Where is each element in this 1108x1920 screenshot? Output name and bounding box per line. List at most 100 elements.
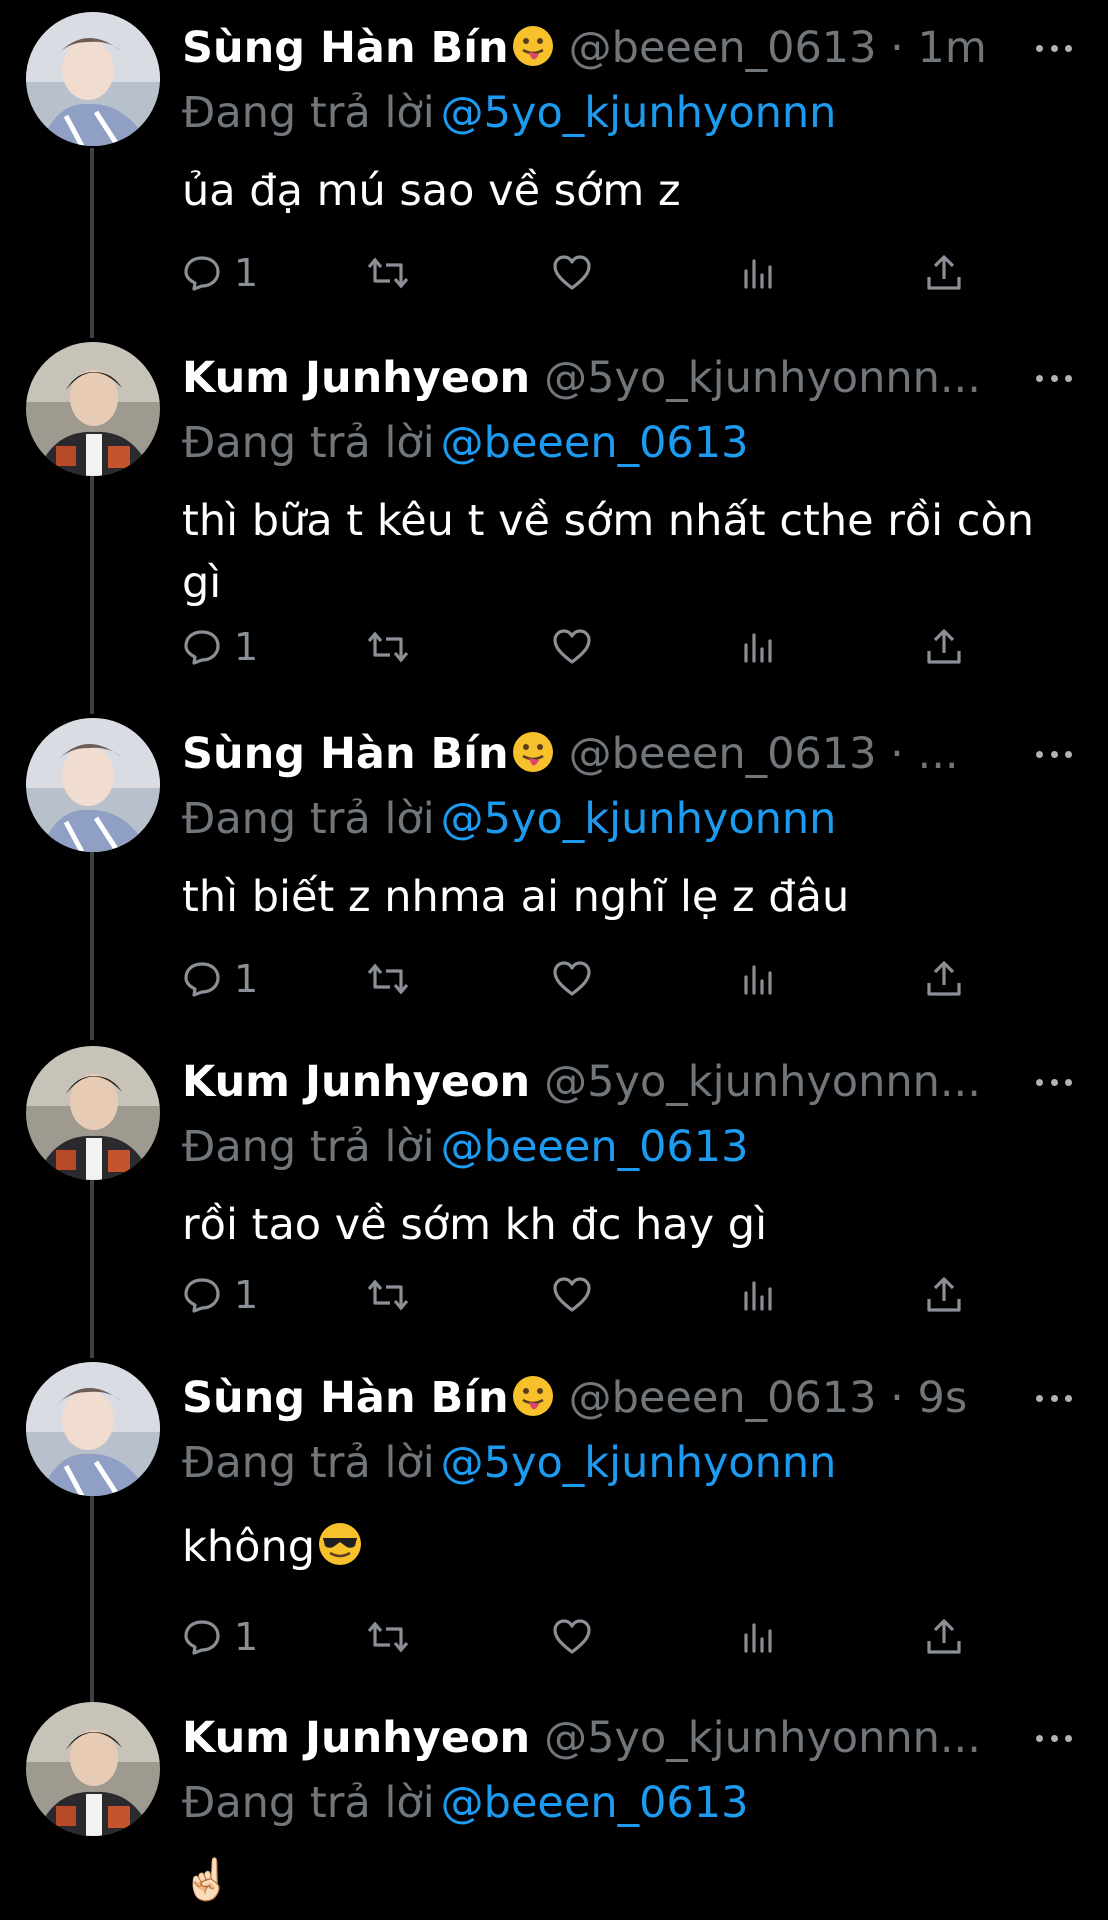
tweet[interactable]: Kum Junhyeon @5yo_kjunhyonnn... Đang trả … [0, 1034, 1108, 1352]
reply-icon [184, 630, 220, 665]
handle-and-time[interactable]: @5yo_kjunhyonnn... [544, 353, 981, 403]
replying-to: Đang trả lời @beeen_0613 [182, 414, 749, 472]
share-button[interactable] [924, 954, 964, 1004]
retweet-button[interactable] [366, 1270, 410, 1320]
action-bar: 1 [182, 1270, 982, 1320]
avatar[interactable] [26, 1046, 160, 1180]
heart-icon [553, 1619, 591, 1654]
like-button[interactable] [552, 1612, 592, 1662]
tweet-header: Sùng Hàn Bín @beeen_0613 · 9s [182, 1368, 1062, 1428]
replying-to-label: Đang trả lời [182, 1778, 435, 1828]
replying-to-label: Đang trả lời [182, 794, 435, 844]
retweet-icon [367, 963, 409, 995]
views-button[interactable] [738, 1270, 778, 1320]
like-button[interactable] [552, 1270, 592, 1320]
display-name[interactable]: Kum Junhyeon [182, 1057, 530, 1107]
avatar[interactable] [26, 718, 160, 852]
reply-button[interactable]: 1 [182, 622, 258, 672]
replying-to-mention[interactable]: @5yo_kjunhyonnn [441, 1438, 837, 1488]
more-options-icon[interactable] [1036, 1052, 1072, 1112]
views-button[interactable] [738, 954, 778, 1004]
more-options-icon[interactable] [1036, 724, 1072, 784]
more-options-icon[interactable] [1036, 1708, 1072, 1768]
replying-to: Đang trả lời @beeen_0613 [182, 1118, 749, 1176]
tweet-text: rồi tao về sớm kh đc hay gì [182, 1200, 768, 1250]
replying-to-mention[interactable]: @5yo_kjunhyonnn [441, 88, 837, 138]
tweet-text: ủa đạ mú sao về sớm z [182, 166, 681, 216]
display-name[interactable]: Sùng Hàn Bín [182, 1373, 509, 1423]
tongue-out-emoji-icon [511, 730, 555, 784]
heart-icon [553, 629, 591, 664]
handle-and-time[interactable]: @beeen_0613 · ... [569, 729, 959, 779]
display-name[interactable]: Kum Junhyeon [182, 1713, 530, 1763]
tweet-text: thì biết z nhma ai nghĩ lẹ z đâu [182, 872, 850, 922]
analytics-icon [744, 259, 772, 289]
display-name[interactable]: Kum Junhyeon [182, 353, 530, 403]
like-button[interactable] [552, 954, 592, 1004]
reply-button[interactable]: 1 [182, 1270, 258, 1320]
share-button[interactable] [924, 1270, 964, 1320]
tweet[interactable]: Sùng Hàn Bín @beeen_0613 · 9s Đang trả lờ… [0, 1350, 1108, 1690]
reply-thread: Sùng Hàn Bín @beeen_0613 · 1m Đang trả lờ… [0, 0, 1108, 1920]
avatar[interactable] [26, 12, 160, 146]
analytics-icon [744, 965, 772, 995]
replying-to-label: Đang trả lời [182, 1438, 435, 1488]
more-options-icon[interactable] [1036, 1368, 1072, 1428]
handle-and-time[interactable]: @beeen_0613 · 9s [569, 1373, 968, 1423]
replying-to-label: Đang trả lời [182, 418, 435, 468]
action-bar: 1 [182, 954, 982, 1004]
share-button[interactable] [924, 622, 964, 672]
tweet-header: Kum Junhyeon @5yo_kjunhyonnn... [182, 1708, 1062, 1768]
display-name[interactable]: Sùng Hàn Bín [182, 23, 509, 73]
tweet-text: không [182, 1516, 1042, 1584]
reply-count: 1 [234, 1273, 259, 1317]
avatar[interactable] [26, 1362, 160, 1496]
more-options-icon[interactable] [1036, 18, 1072, 78]
display-name[interactable]: Sùng Hàn Bín [182, 729, 509, 779]
tweet[interactable]: Kum Junhyeon @5yo_kjunhyonnn... Đang trả … [0, 1690, 1108, 1920]
reply-count: 1 [234, 625, 259, 669]
retweet-button[interactable] [366, 954, 410, 1004]
tongue-out-emoji-icon [511, 1374, 555, 1428]
avatar[interactable] [26, 342, 160, 476]
views-button[interactable] [738, 1612, 778, 1662]
replying-to-mention[interactable]: @beeen_0613 [441, 418, 749, 468]
handle-and-time[interactable]: @beeen_0613 · 1m [569, 23, 987, 73]
views-button[interactable] [738, 622, 778, 672]
retweet-icon [367, 1279, 409, 1311]
replying-to-label: Đang trả lời [182, 88, 435, 138]
avatar[interactable] [26, 1702, 160, 1836]
analytics-icon [744, 1281, 772, 1311]
tweet[interactable]: Sùng Hàn Bín @beeen_0613 · 1m Đang trả lờ… [0, 0, 1108, 318]
share-button[interactable] [924, 248, 964, 298]
reply-count: 1 [234, 1615, 259, 1659]
retweet-button[interactable] [366, 622, 410, 672]
tweet-text: ☝🏻 [182, 1857, 232, 1903]
sunglasses-emoji-icon [317, 1521, 363, 1584]
share-button[interactable] [924, 1612, 964, 1662]
reply-button[interactable]: 1 [182, 248, 258, 298]
reply-button[interactable]: 1 [182, 1612, 258, 1662]
reply-button[interactable]: 1 [182, 954, 258, 1004]
reply-icon [184, 256, 220, 291]
heart-icon [553, 961, 591, 996]
reply-icon [184, 962, 220, 997]
retweet-button[interactable] [366, 248, 410, 298]
replying-to-mention[interactable]: @5yo_kjunhyonnn [441, 794, 837, 844]
share-icon [927, 1619, 961, 1654]
tweet-header: Sùng Hàn Bín @beeen_0613 · ... [182, 724, 1062, 784]
more-options-icon[interactable] [1036, 348, 1072, 408]
handle-and-time[interactable]: @5yo_kjunhyonnn... [544, 1057, 981, 1107]
replying-to-mention[interactable]: @beeen_0613 [441, 1778, 749, 1828]
share-icon [927, 255, 961, 290]
handle-and-time[interactable]: @5yo_kjunhyonnn... [544, 1713, 981, 1763]
retweet-button[interactable] [366, 1612, 410, 1662]
replying-to-mention[interactable]: @beeen_0613 [441, 1122, 749, 1172]
views-button[interactable] [738, 248, 778, 298]
like-button[interactable] [552, 622, 592, 672]
tweet[interactable]: Sùng Hàn Bín @beeen_0613 · ... Đang trả l… [0, 706, 1108, 1024]
replying-to: Đang trả lời @5yo_kjunhyonnn [182, 1434, 836, 1492]
like-button[interactable] [552, 248, 592, 298]
retweet-icon [367, 1621, 409, 1653]
tweet[interactable]: Kum Junhyeon @5yo_kjunhyonnn... Đang trả … [0, 330, 1108, 700]
